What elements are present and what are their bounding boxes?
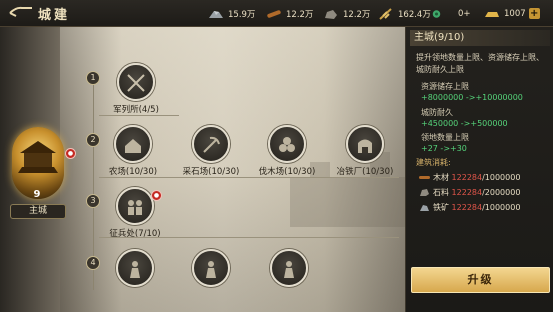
resource-wood: 12.2万 (266, 6, 313, 21)
building-label: 冶铁厂(10/30) (336, 167, 394, 177)
palace-icon (18, 141, 58, 173)
panel-description: 提升领地数量上限、资源储存上限、城防耐久上限 (416, 53, 544, 74)
cost-title: 建筑消耗: (416, 158, 451, 167)
figure-icon (284, 261, 294, 278)
locked-building-disc (270, 249, 308, 287)
tier-marker-2: 2 (86, 133, 100, 147)
tier-marker-4: 4 (86, 256, 100, 270)
building-label: 军列所(4/5) (113, 105, 159, 115)
barracks-disc (117, 63, 155, 101)
main-city-building[interactable]: 9 主城 (6, 127, 68, 222)
resource-gold: 1007 + (484, 6, 540, 21)
city-build-map: 1 2 3 4 9 主城 ● 军列所(4/5) 农场(10/30) 采石场(10… (0, 27, 405, 312)
resource-silver: 15.9万 (208, 6, 255, 21)
soldiers-icon (128, 200, 142, 215)
page-title: 城建 (38, 8, 71, 23)
pickaxe-icon (203, 136, 220, 153)
tier-marker-1: 1 (86, 71, 100, 85)
lumber-disc (268, 125, 306, 163)
wood-icon (267, 9, 281, 18)
stat-value: +8000000 ->+10000000 (421, 93, 523, 102)
notification-badge: ● (151, 190, 162, 201)
wood-icon (419, 176, 430, 179)
building-locked[interactable] (104, 249, 166, 287)
farm-icon (125, 139, 141, 153)
back-arrow-icon (9, 6, 32, 17)
stat-name: 城防耐久 (421, 108, 453, 117)
recruit-disc (116, 187, 154, 225)
tier-marker-3: 3 (86, 194, 100, 208)
iron-ore-icon (420, 205, 429, 211)
figure-icon (206, 261, 216, 278)
jade-icon (432, 9, 441, 18)
main-city-name: 主城 (10, 204, 66, 219)
building-locked[interactable] (180, 249, 242, 287)
silver-ore-icon (209, 10, 223, 18)
building-label: 征兵处(7/10) (109, 229, 161, 239)
back-button[interactable] (8, 4, 36, 22)
stat-name: 资源储存上限 (421, 82, 469, 91)
cost-row: 铁矿 122284 /1000000 (419, 201, 520, 214)
panel-title: 主城(9/10) (410, 30, 550, 46)
furnace-icon (358, 139, 372, 153)
log-pile-icon (279, 137, 295, 152)
building-farm[interactable]: 农场(10/30) (102, 125, 164, 177)
figure-icon (130, 261, 140, 278)
notification-badge: ● (65, 148, 76, 159)
main-city-level: 9 (33, 189, 41, 200)
stat-value: +450000 ->+500000 (421, 119, 508, 128)
upgrade-button[interactable]: 升级 (411, 267, 550, 293)
locked-building-disc (116, 249, 154, 287)
tier-divider (99, 115, 179, 116)
quarry-disc (192, 125, 230, 163)
locked-building-disc (192, 249, 230, 287)
building-quarry[interactable]: 采石场(10/30) (180, 125, 242, 177)
resource-jade: 0+ (432, 6, 471, 21)
building-smelter[interactable]: 冶铁厂(10/30) (334, 125, 396, 177)
tier-divider (99, 177, 399, 178)
cost-row: 石料 122284 /2000000 (419, 186, 520, 199)
resource-stone: 12.2万 (323, 6, 370, 21)
stat-value: +27 ->+30 (421, 144, 467, 153)
stone-icon (420, 189, 429, 196)
building-label: 伐木场(10/30) (258, 167, 316, 177)
building-barracks[interactable]: 军列所(4/5) (105, 63, 167, 115)
cost-row: 木材 122284 /1000000 (419, 171, 520, 184)
building-detail-panel: 主城(9/10) 提升领地数量上限、资源储存上限、城防耐久上限 资源储存上限 +… (405, 27, 553, 312)
farm-disc (114, 125, 152, 163)
top-bar: 城建 15.9万 12.2万 12.2万 162.4万 0+ 1007 + (0, 0, 553, 27)
resource-grain: 162.4万 (378, 6, 431, 21)
building-locked[interactable] (258, 249, 320, 287)
stat-name: 领地数量上限 (421, 133, 469, 142)
building-label: 采石场(10/30) (182, 167, 240, 177)
building-lumber[interactable]: 伐木场(10/30) (256, 125, 318, 177)
building-label: 农场(10/30) (108, 167, 158, 177)
grain-icon (379, 7, 392, 20)
gold-icon (485, 11, 499, 17)
add-gold-button[interactable]: + (528, 8, 540, 19)
smelter-disc (346, 125, 384, 163)
crossed-swords-icon (127, 74, 145, 92)
stone-icon (325, 9, 337, 19)
